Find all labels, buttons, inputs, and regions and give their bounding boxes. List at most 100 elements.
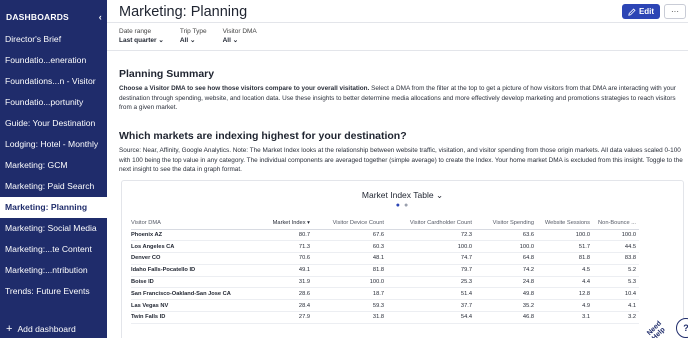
sidebar-list: Director's Brief Foundatio...eneration Fou… bbox=[0, 29, 107, 302]
table-cell: 28.6 bbox=[259, 287, 313, 301]
table-cell: 83.8 bbox=[593, 252, 639, 265]
filter-label: Date range bbox=[119, 28, 152, 35]
table-cell: 5.3 bbox=[593, 276, 639, 289]
filter-value: All ⌄ bbox=[179, 37, 196, 44]
sidebar-item[interactable]: Marketing:...ntribution bbox=[0, 260, 107, 281]
sort-desc-icon: ▾ bbox=[305, 219, 310, 226]
sidebar-title: DASHBOARDS bbox=[6, 12, 69, 22]
table-cell: 31.8 bbox=[313, 311, 387, 324]
table-cell: 100.0 bbox=[475, 240, 537, 254]
sidebar-item[interactable]: Marketing: GCM bbox=[0, 155, 107, 176]
table-cell: Phoenix AZ bbox=[131, 229, 259, 242]
add-dashboard-button[interactable]: + Add dashboard bbox=[6, 324, 76, 335]
table-cell: 5.2 bbox=[593, 264, 639, 277]
column-header[interactable]: Visitor Spending bbox=[475, 217, 537, 230]
table-cell: 67.6 bbox=[313, 229, 387, 242]
table-cell: 18.7 bbox=[313, 287, 387, 301]
sidebar-item[interactable]: Marketing:...te Content bbox=[0, 239, 107, 260]
header-divider bbox=[107, 22, 688, 23]
column-header[interactable]: Website Sessions bbox=[537, 217, 593, 230]
table-row: Twin Falls ID 27.9 31.8 54.4 46.8 3.1 3.2 bbox=[131, 311, 639, 324]
filter-label: Trip Type bbox=[179, 28, 207, 35]
page-title: Marketing: Planning bbox=[119, 4, 248, 20]
table-title-dropdown[interactable]: Market Index Table ⌄ bbox=[122, 190, 683, 201]
need-help-widget[interactable]: Need Help ? bbox=[646, 288, 688, 338]
sidebar-item[interactable]: Marketing: Social Media bbox=[0, 218, 107, 239]
column-header[interactable]: Visitor Device Count bbox=[313, 217, 387, 230]
table-cell: 44.5 bbox=[593, 240, 639, 254]
filter-value: Last quarter ⌄ bbox=[119, 37, 164, 44]
table-row: Denver CO 70.6 48.1 74.7 64.8 81.8 83.8 bbox=[131, 252, 639, 265]
chevron-left-icon[interactable]: ‹ bbox=[99, 12, 102, 22]
table-cell: 49.8 bbox=[475, 287, 537, 301]
filter-divider bbox=[107, 50, 688, 51]
table-cell: 4.9 bbox=[537, 299, 593, 313]
chevron-down-icon: ⌄ bbox=[435, 190, 444, 200]
filter-date-range[interactable]: Date range Last quarter ⌄ bbox=[119, 28, 164, 44]
table-cell: Denver CO bbox=[131, 252, 259, 265]
table-cell: Los Angeles CA bbox=[131, 240, 259, 254]
table-cell: 4.4 bbox=[537, 276, 593, 289]
table-cell: 79.7 bbox=[387, 264, 475, 277]
sidebar-item[interactable]: Marketing: Paid Search bbox=[0, 176, 107, 197]
sidebar: DASHBOARDS ‹ Director's Brief Foundatio..… bbox=[0, 0, 107, 338]
table-cell: 59.3 bbox=[313, 299, 387, 313]
table-cell: 4.1 bbox=[593, 299, 639, 313]
table-cell: 80.7 bbox=[259, 229, 313, 242]
column-header[interactable]: Market Index ▾ bbox=[259, 217, 313, 230]
table-cell: 37.7 bbox=[387, 299, 475, 313]
sidebar-item[interactable]: Foundations...n - Visitor bbox=[0, 71, 107, 92]
sidebar-item[interactable]: Trends: Future Events bbox=[0, 281, 107, 302]
table-row: San Francisco-Oakland-San Jose CA 28.6 18.… bbox=[131, 287, 639, 301]
table-cell: 60.3 bbox=[313, 240, 387, 254]
sidebar-item[interactable]: Foundatio...eneration bbox=[0, 50, 107, 71]
filter-value: All ⌄ bbox=[222, 37, 239, 44]
table-cell: 35.2 bbox=[475, 299, 537, 313]
table-row: Idaho Falls-Pocatello ID 49.1 81.8 79.7 74.2… bbox=[131, 264, 639, 277]
filter-trip-type[interactable]: Trip Type All ⌄ bbox=[180, 28, 207, 44]
table-cell: 3.2 bbox=[593, 311, 639, 324]
filter-label: Visitor DMA bbox=[222, 28, 257, 35]
planning-summary-heading: Planning Summary bbox=[119, 68, 215, 80]
table-cell: 48.1 bbox=[313, 252, 387, 265]
table-cell: San Francisco-Oakland-San Jose CA bbox=[131, 287, 259, 301]
column-header[interactable]: Visitor Cardholder Count bbox=[387, 217, 475, 230]
sidebar-header[interactable]: DASHBOARDS ‹ bbox=[0, 0, 107, 26]
sidebar-item[interactable]: Marketing: Planning bbox=[0, 197, 107, 218]
table-cell: 10.4 bbox=[593, 287, 639, 301]
chevron-down-icon: ⌄ bbox=[158, 37, 164, 44]
more-options-button[interactable]: ··· bbox=[664, 4, 686, 19]
planning-summary-text: Choose a Visitor DMA to see how those vi… bbox=[119, 85, 676, 111]
edit-button[interactable]: Edit bbox=[622, 4, 660, 19]
sidebar-item[interactable]: Director's Brief bbox=[0, 29, 107, 50]
table-cell: 25.3 bbox=[387, 276, 475, 289]
table-cell: Idaho Falls-Pocatello ID bbox=[131, 264, 259, 277]
market-index-card: Market Index Table ⌄ ● ● Visitor DMA Mark… bbox=[121, 180, 684, 338]
table-cell: 64.8 bbox=[475, 252, 537, 265]
table-cell: 54.4 bbox=[387, 311, 475, 324]
column-header[interactable]: Non-Bounce ... bbox=[593, 217, 639, 230]
ellipsis-icon: ··· bbox=[671, 7, 679, 16]
table-cell: 74.7 bbox=[387, 252, 475, 265]
pagination-dots[interactable]: ● ● bbox=[122, 202, 683, 209]
table-cell: 12.8 bbox=[537, 287, 593, 301]
table-cell: 51.4 bbox=[387, 287, 475, 301]
chevron-down-icon: ⌄ bbox=[189, 37, 196, 44]
table-row: Phoenix AZ 80.7 67.6 72.3 63.6 100.0 100.0 bbox=[131, 229, 639, 242]
table-cell: 100.0 bbox=[313, 276, 387, 289]
filter-visitor-dma[interactable]: Visitor DMA All ⌄ bbox=[223, 28, 257, 44]
add-dashboard-label: Add dashboard bbox=[17, 324, 76, 334]
filter-bar: Date range Last quarter ⌄ Trip Type All … bbox=[119, 28, 257, 44]
sidebar-item[interactable]: Foundatio...portunity bbox=[0, 92, 107, 113]
pencil-icon bbox=[628, 7, 636, 16]
table-cell: 81.8 bbox=[313, 264, 387, 277]
table-cell: 28.4 bbox=[259, 299, 313, 313]
sidebar-item[interactable]: Lodging: Hotel - Monthly bbox=[0, 134, 107, 155]
sidebar-item[interactable]: Guide: Your Destination bbox=[0, 113, 107, 134]
table-cell: 24.8 bbox=[475, 276, 537, 289]
markets-text: Source: Near, Affinity, Google Analytics… bbox=[119, 147, 683, 173]
table-cell: Las Vegas NV bbox=[131, 299, 259, 313]
markets-heading: Which markets are indexing highest for y… bbox=[119, 130, 407, 142]
table-cell: 72.3 bbox=[387, 229, 475, 242]
column-header[interactable]: Visitor DMA bbox=[131, 217, 259, 230]
